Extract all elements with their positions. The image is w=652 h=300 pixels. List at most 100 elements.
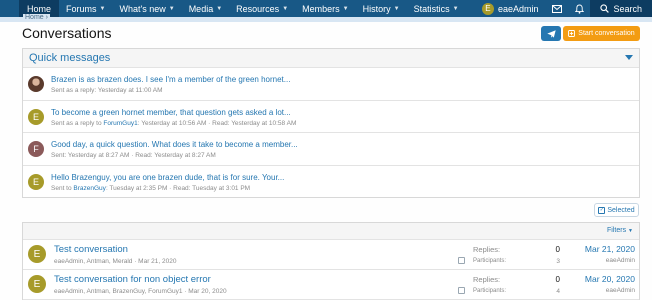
selected-label: Selected [607, 206, 635, 214]
filters-menu[interactable]: Filters ▼ [607, 227, 633, 234]
nav-members[interactable]: Members ▼ [295, 0, 355, 17]
search-button[interactable]: Search [590, 0, 652, 17]
account-menu[interactable]: E eaeAdmin [474, 2, 547, 15]
send-message-button[interactable] [541, 26, 561, 41]
replies-count: 0 [555, 275, 560, 284]
avatar-initial: F [33, 144, 39, 154]
chevron-down-icon[interactable]: ▼ [100, 6, 106, 12]
nav-history-label: History [362, 3, 391, 14]
plus-icon [568, 30, 576, 37]
nav-whats-new[interactable]: What's new ▼ [112, 0, 181, 17]
conversation-row[interactable]: E Test conversation eaeAdmin, Antman, Me… [23, 240, 639, 270]
nav-forums[interactable]: Forums ▼ [59, 0, 112, 17]
avatar-initial: E [33, 248, 41, 260]
quick-message-meta: Sent: Yesterday at 8:27 AM · Read: Yeste… [51, 152, 216, 159]
selected-button[interactable]: ✓ Selected [594, 203, 639, 217]
chevron-down-icon[interactable]: ▼ [343, 6, 349, 12]
quick-messages-panel: Quick messages Brazen is as brazen does.… [22, 48, 640, 198]
chevron-down-icon[interactable]: ▼ [394, 6, 400, 12]
search-label: Search [613, 3, 642, 14]
nav-user-area: E eaeAdmin Search [474, 0, 652, 17]
quick-messages-title: Quick messages [29, 52, 111, 64]
conversation-title[interactable]: Test conversation for non object error [54, 274, 211, 285]
paper-plane-icon [546, 29, 556, 38]
nav-media[interactable]: Media ▼ [182, 0, 229, 17]
quick-message-meta: Sent as a reply: Yesterday at 11:00 AM [51, 87, 163, 94]
select-checkbox[interactable] [458, 257, 465, 264]
meta-text: : Tuesday at 2:35 PM · Read: Tuesday at … [105, 184, 251, 192]
last-message-date[interactable]: Mar 20, 2020 [585, 274, 635, 284]
quick-message-subject[interactable]: Good day, a quick question. What does it… [51, 140, 298, 149]
quick-message-item[interactable]: E To become a green hornet member, that … [23, 101, 639, 133]
checkbox-icon: ✓ [598, 206, 606, 214]
participants-label: Participants: [473, 258, 507, 264]
avatar-initial: E [33, 278, 41, 290]
sub-navigation-bar [0, 17, 652, 22]
search-icon [600, 4, 610, 13]
conversation-participants: eaeAdmin, Antman, BrazenGuy, ForumGuy1 ·… [54, 288, 227, 295]
meta-text: : Yesterday at 10:56 AM · Read: Yesterda… [137, 119, 297, 127]
breadcrumb[interactable]: Home › [23, 14, 50, 21]
starter-avatar[interactable]: E [28, 275, 46, 293]
nav-resources[interactable]: Resources ▼ [229, 0, 295, 17]
nav-resources-label: Resources [236, 3, 280, 14]
nav-home-label: Home [27, 3, 52, 14]
recipient-link[interactable]: ForumGuy1 [103, 120, 137, 127]
meta-text: Sent: Yesterday at 8:27 AM · Read: Yeste… [51, 152, 216, 159]
nav-statistics-label: Statistics [413, 3, 450, 14]
last-message-user[interactable]: eaeAdmin [606, 257, 635, 264]
chevron-down-icon[interactable]: ▼ [216, 6, 222, 12]
replies-label: Replies: [473, 275, 501, 284]
nav-media-label: Media [188, 3, 214, 14]
quick-message-meta: Sent as a reply to ForumGuy1: Yesterday … [51, 120, 296, 127]
quick-message-subject[interactable]: Brazen is as brazen does. I see I'm a me… [51, 75, 290, 84]
alerts-button[interactable] [568, 0, 590, 17]
filter-bar: Filters ▼ [23, 223, 639, 240]
conversation-list: Filters ▼ E Test conversation eaeAdmin, … [22, 222, 640, 300]
nav-history[interactable]: History ▼ [356, 0, 407, 17]
chevron-down-icon[interactable]: ▼ [169, 6, 175, 12]
participants-count: 4 [556, 288, 560, 295]
sender-avatar[interactable]: E [28, 173, 44, 190]
quick-message-subject[interactable]: To become a green hornet member, that qu… [51, 108, 291, 117]
start-conversation-label: Start conversation [578, 30, 635, 37]
participants-label: Participants: [473, 288, 507, 294]
chevron-down-icon: ▼ [628, 228, 633, 234]
envelope-icon [552, 4, 563, 13]
conversation-row[interactable]: E Test conversation for non object error… [23, 270, 639, 300]
meta-text: Sent to [51, 184, 74, 192]
user-name: eaeAdmin [497, 3, 539, 14]
quick-message-meta: Sent to BrazenGuy: Tuesday at 2:35 PM · … [51, 185, 250, 192]
quick-messages-header[interactable]: Quick messages [23, 49, 639, 68]
last-message-user[interactable]: eaeAdmin [606, 287, 635, 294]
conversation-participants: eaeAdmin, Antman, Merald · Mar 21, 2020 [54, 258, 177, 265]
sender-avatar[interactable]: F [28, 141, 44, 157]
starter-avatar[interactable]: E [28, 245, 46, 263]
last-message-date[interactable]: Mar 21, 2020 [585, 244, 635, 254]
filters-label: Filters [607, 227, 627, 234]
conversation-title[interactable]: Test conversation [54, 244, 128, 255]
recipient-link[interactable]: BrazenGuy [73, 185, 106, 192]
meta-text: Sent as a reply to [51, 119, 104, 127]
quick-message-item[interactable]: F Good day, a quick question. What does … [23, 133, 639, 166]
user-avatar-initial: E [485, 4, 491, 13]
breadcrumb-home[interactable]: Home [25, 14, 44, 21]
replies-count: 0 [555, 245, 560, 254]
chevron-down-icon[interactable]: ▼ [282, 6, 288, 12]
inbox-button[interactable] [546, 0, 568, 17]
nav-forums-label: Forums [66, 3, 97, 14]
select-checkbox[interactable] [458, 287, 465, 294]
nav-statistics[interactable]: Statistics ▼ [407, 0, 466, 17]
sender-avatar[interactable]: E [28, 108, 44, 125]
quick-message-item[interactable]: E Hello Brazenguy, you are one brazen du… [23, 166, 639, 199]
replies-label: Replies: [473, 245, 501, 254]
sender-avatar[interactable] [28, 76, 44, 92]
avatar-initial: E [32, 111, 39, 122]
user-avatar: E [481, 2, 494, 15]
chevron-down-icon[interactable]: ▼ [453, 6, 459, 12]
meta-text: Sent as a reply: Yesterday at 11:00 AM [51, 87, 163, 94]
collapse-toggle-icon[interactable] [625, 55, 633, 60]
quick-message-item[interactable]: Brazen is as brazen does. I see I'm a me… [23, 68, 639, 101]
quick-message-subject[interactable]: Hello Brazenguy, you are one brazen dude… [51, 173, 284, 182]
start-conversation-button[interactable]: Start conversation [563, 26, 640, 41]
